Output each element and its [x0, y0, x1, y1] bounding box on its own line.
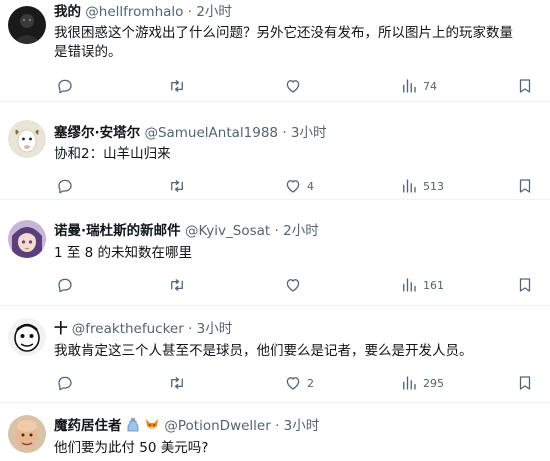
display-name[interactable]: 我的	[54, 4, 81, 20]
tweet-text-line: 我敢肯定这三个人甚至不是球员，他们要么是记者，要么是开发人员。	[54, 343, 473, 359]
tweet-text-line: 我很困惑这个游戏出了什么问题？另外它还没有发布，所以图片上的玩家数量	[54, 25, 513, 41]
view-count: 74	[423, 79, 437, 93]
reply-icon	[58, 79, 72, 94]
like-icon	[286, 279, 300, 292]
tweet[interactable]: 魔药居住者 @PotionDweller · 3小时 他们要为此付 50 美元吗…	[0, 403, 550, 461]
tweet-text-line: 他们要为此付 50 美元吗?	[54, 440, 209, 456]
like-button[interactable]: 2	[284, 372, 314, 394]
user-handle[interactable]: @PotionDweller	[164, 418, 270, 434]
tweet-text-line: 协和2：山羊山归来	[54, 146, 171, 162]
bookmark-icon	[519, 376, 531, 390]
retweet-button[interactable]	[168, 175, 186, 197]
view-count: 295	[423, 376, 444, 390]
view-count: 513	[423, 179, 444, 193]
view-count: 161	[423, 278, 444, 292]
tweet-text: 我敢肯定这三个人甚至不是球员，他们要么是记者，要么是开发人员。	[54, 342, 542, 361]
timestamp[interactable]: 3小时	[291, 125, 327, 141]
timestamp[interactable]: 3小时	[197, 321, 233, 337]
bookmark-icon	[519, 79, 531, 93]
bookmark-icon	[519, 179, 531, 193]
bookmark-button[interactable]	[516, 274, 534, 296]
views-button[interactable]: 295	[400, 372, 444, 394]
retweet-icon	[171, 180, 183, 192]
retweet-icon	[171, 377, 183, 389]
retweet-button[interactable]	[168, 372, 186, 394]
tweet-header: 我的 @hellfromhalo · 2小时	[54, 2, 542, 22]
views-button[interactable]: 161	[400, 274, 444, 296]
separator-dot: ·	[274, 223, 279, 239]
reply-button[interactable]	[56, 274, 74, 296]
fox-emoji	[146, 419, 159, 429]
avatar[interactable]	[8, 6, 46, 44]
like-count: 4	[307, 179, 314, 193]
views-button[interactable]: 74	[400, 75, 437, 97]
views-icon	[403, 179, 416, 193]
bookmark-button[interactable]	[516, 75, 534, 97]
user-handle[interactable]: @Kyiv_Sosat	[185, 223, 270, 239]
tweet[interactable]: 塞缪尔·安塔尔 @SamuelAntal1988 · 3小时 协和2：山羊山归来…	[0, 102, 550, 200]
retweet-icon	[171, 80, 183, 92]
display-name[interactable]: 塞缪尔·安塔尔	[54, 125, 140, 141]
retweet-button[interactable]	[168, 274, 186, 296]
bookmark-icon	[519, 278, 531, 292]
tweet-text: 我很困惑这个游戏出了什么问题？另外它还没有发布，所以图片上的玩家数量 是错误的。	[54, 24, 542, 62]
action-bar: 74	[54, 75, 540, 97]
tweet-header: 魔药居住者 @PotionDweller · 3小时	[54, 416, 542, 436]
reply-button[interactable]	[56, 75, 74, 97]
tweet[interactable]: 我的 @hellfromhalo · 2小时 我很困惑这个游戏出了什么问题？另外…	[0, 0, 550, 102]
tweet-header: 诺曼·瑞杜斯的新邮件 @Kyiv_Sosat · 2小时	[54, 221, 542, 241]
separator-dot: ·	[275, 418, 280, 434]
user-handle[interactable]: @hellfromhalo	[85, 4, 183, 20]
bookmark-button[interactable]	[516, 175, 534, 197]
like-button[interactable]	[284, 274, 307, 296]
reply-icon	[58, 376, 72, 391]
like-icon	[286, 180, 300, 193]
retweet-icon	[171, 279, 183, 291]
user-handle[interactable]: @SamuelAntal1988	[144, 125, 278, 141]
display-name[interactable]: 十	[54, 321, 68, 337]
action-bar: 2 295	[54, 372, 540, 394]
separator-dot: ·	[188, 321, 193, 337]
tweet-text: 他们要为此付 50 美元吗?	[54, 439, 542, 458]
tweet-feed: 我的 @hellfromhalo · 2小时 我很困惑这个游戏出了什么问题？另外…	[0, 0, 550, 461]
separator-dot: ·	[187, 4, 193, 20]
avatar[interactable]	[8, 318, 46, 356]
display-name[interactable]: 诺曼·瑞杜斯的新邮件	[54, 223, 181, 239]
action-bar: 4 513	[54, 175, 540, 197]
tweet-header: 十 @freakthefucker · 3小时	[54, 319, 542, 339]
like-icon	[286, 80, 300, 93]
tweet-text: 1 至 8 的未知数在哪里	[54, 244, 542, 263]
tweet-text-line: 是错误的。	[54, 44, 122, 60]
reply-button[interactable]	[56, 175, 74, 197]
timestamp[interactable]: 2小时	[283, 223, 319, 239]
like-button[interactable]: 4	[284, 175, 314, 197]
like-icon	[286, 377, 300, 390]
reply-icon	[58, 179, 72, 194]
action-bar: 161	[54, 274, 540, 296]
tweet[interactable]: 诺曼·瑞杜斯的新邮件 @Kyiv_Sosat · 2小时 1 至 8 的未知数在…	[0, 200, 550, 306]
separator-dot: ·	[282, 125, 287, 141]
views-icon	[403, 79, 416, 93]
bookmark-button[interactable]	[516, 372, 534, 394]
timestamp[interactable]: 2小时	[196, 4, 232, 20]
views-icon	[403, 376, 416, 390]
reply-button[interactable]	[56, 372, 74, 394]
timestamp[interactable]: 3小时	[284, 418, 320, 434]
potion-bottle-emoji	[127, 418, 139, 432]
views-icon	[403, 278, 416, 292]
views-button[interactable]: 513	[400, 175, 444, 197]
avatar[interactable]	[8, 220, 46, 258]
tweet[interactable]: 十 @freakthefucker · 3小时 我敢肯定这三个人甚至不是球员，他…	[0, 306, 550, 403]
user-handle[interactable]: @freakthefucker	[72, 321, 184, 337]
avatar[interactable]	[8, 415, 46, 453]
reply-icon	[58, 278, 72, 293]
retweet-button[interactable]	[168, 75, 186, 97]
tweet-header: 塞缪尔·安塔尔 @SamuelAntal1988 · 3小时	[54, 123, 542, 143]
tweet-text-line: 1 至 8 的未知数在哪里	[54, 245, 193, 261]
tweet-text: 协和2：山羊山归来	[54, 145, 542, 164]
display-name[interactable]: 魔药居住者	[54, 418, 122, 434]
like-count: 2	[307, 376, 314, 390]
like-button[interactable]	[284, 75, 307, 97]
avatar[interactable]	[8, 120, 46, 158]
